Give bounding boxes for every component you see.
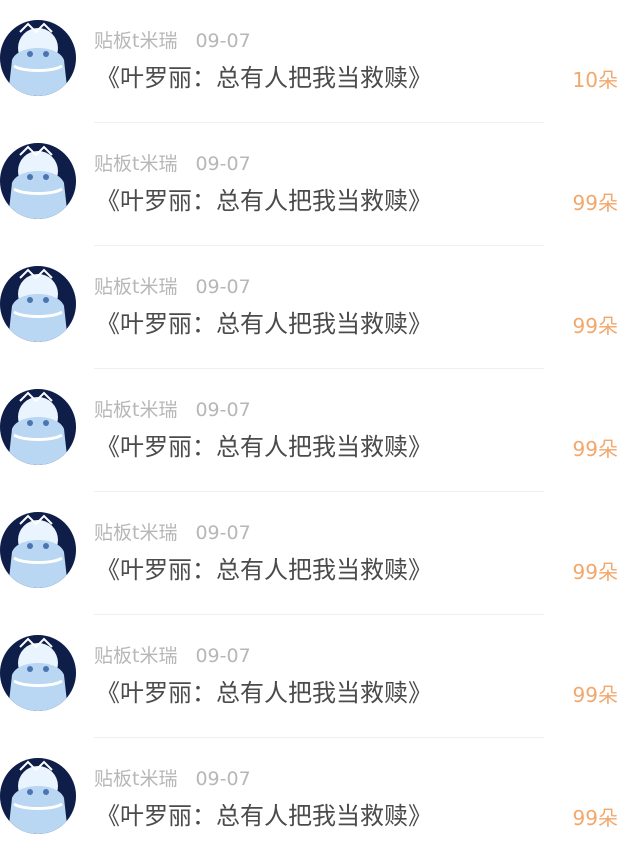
username[interactable]: 贴板t米瑞	[94, 767, 177, 791]
gift-count: 99朵	[572, 314, 618, 338]
avatar[interactable]	[0, 20, 76, 96]
avatar[interactable]	[0, 143, 76, 219]
username[interactable]: 贴板t米瑞	[94, 644, 177, 668]
avatar[interactable]	[0, 635, 76, 711]
book-title[interactable]: 《叶罗丽：总有人把我当救赎》	[96, 431, 432, 463]
item-meta: 贴板t米瑞 09-07	[94, 29, 251, 53]
gift-list: 贴板t米瑞 09-07 《叶罗丽：总有人把我当救赎》 10朵 贴板t米瑞 09-…	[0, 0, 640, 861]
avatar-image	[0, 143, 76, 219]
list-item[interactable]: 贴板t米瑞 09-07 《叶罗丽：总有人把我当救赎》 99朵	[0, 738, 640, 861]
book-title[interactable]: 《叶罗丽：总有人把我当救赎》	[96, 308, 432, 340]
book-title[interactable]: 《叶罗丽：总有人把我当救赎》	[96, 677, 432, 709]
list-item[interactable]: 贴板t米瑞 09-07 《叶罗丽：总有人把我当救赎》 99朵	[0, 246, 640, 369]
list-item[interactable]: 贴板t米瑞 09-07 《叶罗丽：总有人把我当救赎》 99朵	[0, 492, 640, 615]
book-title[interactable]: 《叶罗丽：总有人把我当救赎》	[96, 62, 432, 94]
username[interactable]: 贴板t米瑞	[94, 521, 177, 545]
item-meta: 贴板t米瑞 09-07	[94, 152, 251, 176]
gift-count: 10朵	[572, 68, 618, 92]
gift-count: 99朵	[572, 437, 618, 461]
timestamp: 09-07	[195, 768, 251, 790]
avatar-image	[0, 512, 76, 588]
username[interactable]: 贴板t米瑞	[94, 152, 177, 176]
avatar[interactable]	[0, 389, 76, 465]
item-meta: 贴板t米瑞 09-07	[94, 398, 251, 422]
avatar-image	[0, 758, 76, 834]
item-meta: 贴板t米瑞 09-07	[94, 275, 251, 299]
book-title[interactable]: 《叶罗丽：总有人把我当救赎》	[96, 800, 432, 832]
book-title[interactable]: 《叶罗丽：总有人把我当救赎》	[96, 554, 432, 586]
timestamp: 09-07	[195, 399, 251, 421]
gift-count: 99朵	[572, 560, 618, 584]
avatar[interactable]	[0, 266, 76, 342]
timestamp: 09-07	[195, 153, 251, 175]
list-item[interactable]: 贴板t米瑞 09-07 《叶罗丽：总有人把我当救赎》 99朵	[0, 369, 640, 492]
gift-count: 99朵	[572, 683, 618, 707]
avatar[interactable]	[0, 512, 76, 588]
item-meta: 贴板t米瑞 09-07	[94, 767, 251, 791]
list-item[interactable]: 贴板t米瑞 09-07 《叶罗丽：总有人把我当救赎》 10朵	[0, 0, 640, 123]
username[interactable]: 贴板t米瑞	[94, 275, 177, 299]
timestamp: 09-07	[195, 522, 251, 544]
book-title[interactable]: 《叶罗丽：总有人把我当救赎》	[96, 185, 432, 217]
gift-count: 99朵	[572, 191, 618, 215]
item-meta: 贴板t米瑞 09-07	[94, 521, 251, 545]
list-item[interactable]: 贴板t米瑞 09-07 《叶罗丽：总有人把我当救赎》 99朵	[0, 615, 640, 738]
timestamp: 09-07	[195, 645, 251, 667]
avatar-image	[0, 20, 76, 96]
avatar-image	[0, 635, 76, 711]
username[interactable]: 贴板t米瑞	[94, 29, 177, 53]
avatar-image	[0, 266, 76, 342]
avatar[interactable]	[0, 758, 76, 834]
timestamp: 09-07	[195, 30, 251, 52]
timestamp: 09-07	[195, 276, 251, 298]
username[interactable]: 贴板t米瑞	[94, 398, 177, 422]
gift-count: 99朵	[572, 806, 618, 830]
list-item[interactable]: 贴板t米瑞 09-07 《叶罗丽：总有人把我当救赎》 99朵	[0, 123, 640, 246]
avatar-image	[0, 389, 76, 465]
item-meta: 贴板t米瑞 09-07	[94, 644, 251, 668]
